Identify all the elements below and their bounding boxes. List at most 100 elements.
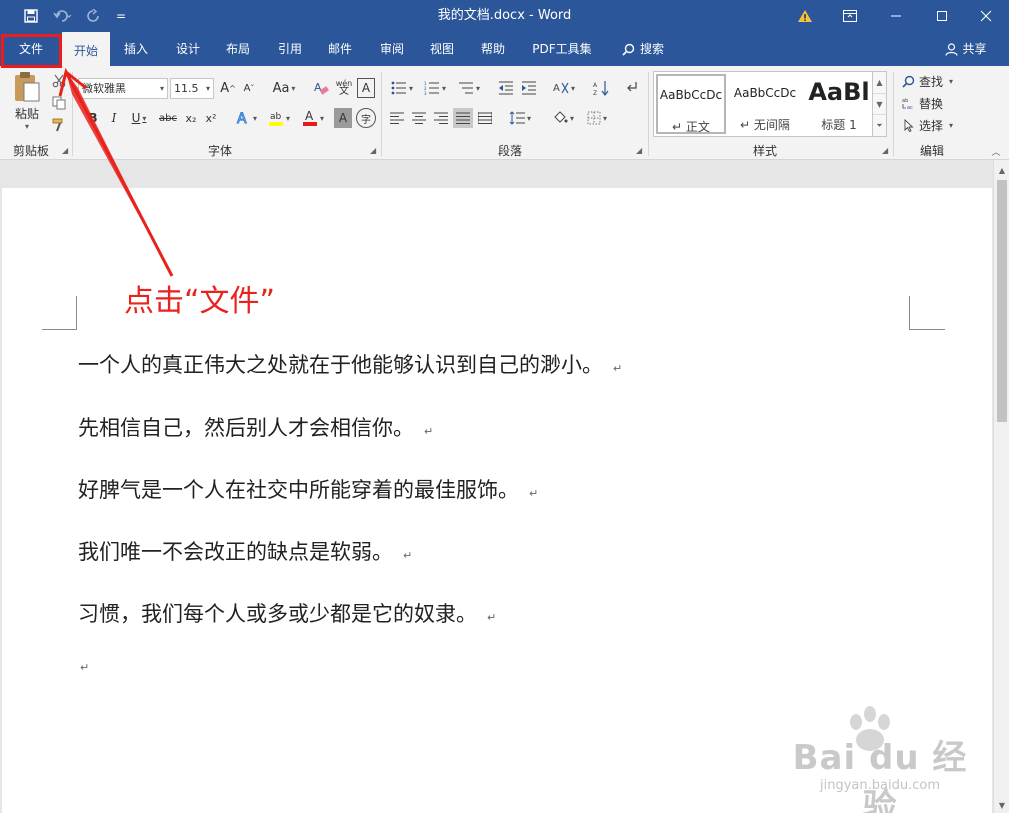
- tab-pdf-tools[interactable]: PDF工具集: [526, 32, 598, 66]
- style-no-spacing[interactable]: AaBbCcDc ↵ 无间隔: [730, 74, 800, 134]
- italic-button[interactable]: I: [105, 108, 123, 128]
- bold-button[interactable]: B: [84, 108, 102, 128]
- style-normal[interactable]: AaBbCcDc ↵ 正文: [656, 74, 726, 134]
- empty-paragraph[interactable]: ↵: [78, 652, 89, 676]
- line-spacing-button[interactable]: ▾: [505, 108, 535, 128]
- borders-button[interactable]: ▾: [582, 108, 612, 128]
- cut-button[interactable]: [50, 72, 68, 90]
- tab-insert[interactable]: 插入: [114, 32, 158, 66]
- numbering-button[interactable]: 1 2 3 ▾: [420, 78, 450, 98]
- font-name-combo[interactable]: 微软雅黑 ▾: [78, 78, 168, 99]
- font-color-button[interactable]: A ▾: [298, 108, 328, 128]
- paragraph[interactable]: 好脾气是一个人在社交中所能穿着的最佳服饰。 ↵: [78, 474, 538, 504]
- replace-button[interactable]: ab ac 替换: [902, 94, 966, 112]
- align-right-button[interactable]: [431, 108, 451, 128]
- tab-home[interactable]: 开始: [62, 32, 110, 66]
- svg-text:A: A: [237, 111, 247, 126]
- minimize-button[interactable]: [873, 0, 919, 32]
- distributed-button[interactable]: [475, 108, 495, 128]
- underline-button[interactable]: U ▾: [126, 108, 152, 128]
- decrease-indent-button[interactable]: [496, 78, 516, 98]
- tab-layout[interactable]: 布局: [216, 32, 260, 66]
- tab-mailings[interactable]: 邮件: [318, 32, 362, 66]
- warning-button[interactable]: [785, 0, 825, 32]
- shrink-font-button[interactable]: Aˇ: [240, 78, 258, 98]
- copy-button[interactable]: [50, 94, 68, 112]
- maximize-button[interactable]: [919, 0, 965, 32]
- style-normal-sample: AaBbCcDc: [659, 88, 723, 102]
- multilevel-list-button[interactable]: ▾: [454, 78, 484, 98]
- ribbon-display-options-button[interactable]: [827, 0, 873, 32]
- format-painter-button[interactable]: [50, 116, 68, 134]
- character-border-button[interactable]: A: [357, 78, 375, 98]
- show-hide-marks-button[interactable]: [622, 78, 642, 98]
- scrollbar-thumb[interactable]: [997, 180, 1007, 422]
- increase-indent-button[interactable]: [519, 78, 539, 98]
- paste-icon: [15, 72, 40, 102]
- text-effects-button[interactable]: A ▾: [232, 108, 260, 128]
- styles-scroll-down-icon[interactable]: ▼: [873, 93, 886, 114]
- find-button[interactable]: 查找 ▾: [902, 72, 966, 90]
- clear-formatting-button[interactable]: A: [311, 78, 331, 98]
- phonetic-guide-button[interactable]: wén 文: [334, 78, 354, 98]
- font-size-dropdown-icon[interactable]: ▾: [206, 79, 210, 98]
- chinese-layout-button[interactable]: A ▾: [549, 78, 579, 98]
- align-center-button[interactable]: [409, 108, 429, 128]
- select-button[interactable]: 选择 ▾: [902, 116, 966, 134]
- svg-text:A: A: [305, 109, 314, 123]
- highlight-color-button[interactable]: ab ▾: [264, 108, 294, 128]
- scroll-up-icon[interactable]: ▲: [994, 162, 1009, 178]
- subscript-button[interactable]: x₂: [182, 108, 200, 128]
- save-button[interactable]: [18, 0, 44, 32]
- bullets-icon: [391, 81, 406, 95]
- tab-view[interactable]: 视图: [420, 32, 464, 66]
- paragraph[interactable]: 一个人的真正伟大之处就在于他能够认识到自己的渺小。 ↵: [78, 349, 622, 379]
- superscript-button[interactable]: x²: [202, 108, 220, 128]
- highlighter-icon: ab: [268, 112, 283, 126]
- warning-icon: [798, 10, 812, 22]
- shading-button[interactable]: ▾: [548, 108, 578, 128]
- styles-more-icon[interactable]: ⏷: [873, 114, 886, 136]
- font-size-combo[interactable]: 11.5 ▾: [170, 78, 214, 99]
- tab-help[interactable]: 帮助: [470, 32, 516, 66]
- change-case-button[interactable]: Aa ▾: [268, 78, 300, 98]
- clear-formatting-icon: A: [314, 81, 329, 95]
- enclose-characters-button[interactable]: 字: [356, 108, 376, 128]
- strikethrough-button[interactable]: abc: [157, 108, 179, 128]
- paragraph[interactable]: 先相信自己，然后别人才会相信你。 ↵: [78, 412, 433, 442]
- search-box[interactable]: 搜索: [612, 32, 674, 66]
- close-button[interactable]: [963, 0, 1009, 32]
- sort-button[interactable]: A Z: [591, 78, 611, 98]
- undo-icon: [53, 10, 72, 22]
- grow-font-button[interactable]: A ^: [219, 78, 237, 98]
- scroll-down-icon[interactable]: ▼: [994, 797, 1009, 813]
- paragraph-launcher-icon[interactable]: ◢: [636, 146, 642, 155]
- share-button[interactable]: 共享: [938, 32, 994, 66]
- tab-design[interactable]: 设计: [166, 32, 210, 66]
- bullets-button[interactable]: ▾: [387, 78, 417, 98]
- style-heading-1[interactable]: AaBl 标题 1: [804, 74, 874, 134]
- svg-text:A: A: [553, 83, 560, 94]
- paragraph[interactable]: 我们唯一不会改正的缺点是软弱。 ↵: [78, 536, 412, 566]
- tab-review[interactable]: 审阅: [370, 32, 414, 66]
- styles-launcher-icon[interactable]: ◢: [882, 146, 888, 155]
- numbering-icon: 1 2 3: [424, 81, 439, 95]
- font-name-dropdown-icon[interactable]: ▾: [160, 79, 164, 98]
- ribbon-display-icon: [843, 10, 857, 22]
- align-left-button[interactable]: [387, 108, 407, 128]
- character-shading-button[interactable]: A: [334, 108, 352, 128]
- clipboard-launcher-icon[interactable]: ◢: [62, 146, 68, 155]
- font-launcher-icon[interactable]: ◢: [370, 146, 376, 155]
- paste-button[interactable]: 粘贴 ▾: [8, 70, 46, 132]
- undo-button[interactable]: [48, 0, 78, 32]
- justify-button[interactable]: [453, 108, 473, 128]
- collapse-ribbon-button[interactable]: ︿: [988, 144, 1004, 158]
- vertical-scrollbar[interactable]: ▲ ▼: [993, 160, 1009, 813]
- style-heading-1-name: 标题 1: [821, 118, 857, 132]
- styles-scroll-up-icon[interactable]: ▲: [873, 72, 886, 93]
- paragraph[interactable]: 习惯，我们每个人或多或少都是它的奴隶。 ↵: [78, 598, 496, 628]
- tab-file[interactable]: 文件: [4, 32, 58, 66]
- redo-button[interactable]: [82, 0, 106, 32]
- tab-references[interactable]: 引用: [268, 32, 312, 66]
- customize-qat-button[interactable]: =: [112, 0, 130, 32]
